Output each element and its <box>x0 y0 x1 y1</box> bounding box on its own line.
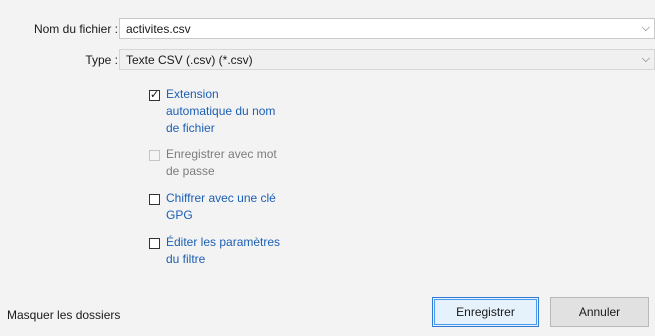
gpg-label-line1: Chiffrer avec une clé <box>166 191 276 205</box>
chevron-down-icon[interactable]: ⌵ <box>642 22 650 35</box>
chevron-down-icon[interactable]: ⌵ <box>642 53 650 66</box>
password-label-line1: Enregistrer avec mot <box>166 147 277 161</box>
auto-extension-label-line2: automatique du nom <box>166 104 276 118</box>
password-checkbox <box>149 150 160 161</box>
auto-extension-checkbox[interactable]: ✓ <box>149 89 160 101</box>
save-button-label: Enregistrer <box>456 305 515 319</box>
auto-extension-label[interactable]: Extension automatique du nom de fichier <box>166 86 275 137</box>
type-label: Type : <box>85 53 118 67</box>
filename-field[interactable]: activites.csv ⌵ <box>119 18 655 39</box>
hide-folders-link[interactable]: Masquer les dossiers <box>7 308 120 322</box>
filter-settings-checkbox[interactable] <box>149 238 160 249</box>
cancel-button[interactable]: Annuler <box>550 297 649 327</box>
password-label: Enregistrer avec mot de passe <box>166 146 277 180</box>
filter-settings-label[interactable]: Éditer les paramètres du filtre <box>166 234 280 268</box>
save-button[interactable]: Enregistrer <box>432 297 539 327</box>
gpg-label-line2: GPG <box>166 208 193 222</box>
filter-settings-label-line1: Éditer les paramètres <box>166 235 281 249</box>
filter-settings-label-line2: du filtre <box>166 252 206 266</box>
cancel-button-label: Annuler <box>578 305 621 319</box>
gpg-label[interactable]: Chiffrer avec une clé GPG <box>166 190 276 224</box>
auto-extension-label-line1: Extension <box>166 87 219 101</box>
checkmark-icon: ✓ <box>150 89 160 101</box>
filename-label: Nom du fichier : <box>33 22 118 36</box>
password-label-line2: de passe <box>166 164 215 178</box>
gpg-checkbox[interactable] <box>149 194 160 205</box>
filename-value: activites.csv <box>126 21 191 36</box>
auto-extension-label-line3: de fichier <box>166 121 215 135</box>
filetype-select[interactable]: Texte CSV (.csv) (*.csv) ⌵ <box>119 49 655 70</box>
filetype-value: Texte CSV (.csv) (*.csv) <box>126 52 253 67</box>
